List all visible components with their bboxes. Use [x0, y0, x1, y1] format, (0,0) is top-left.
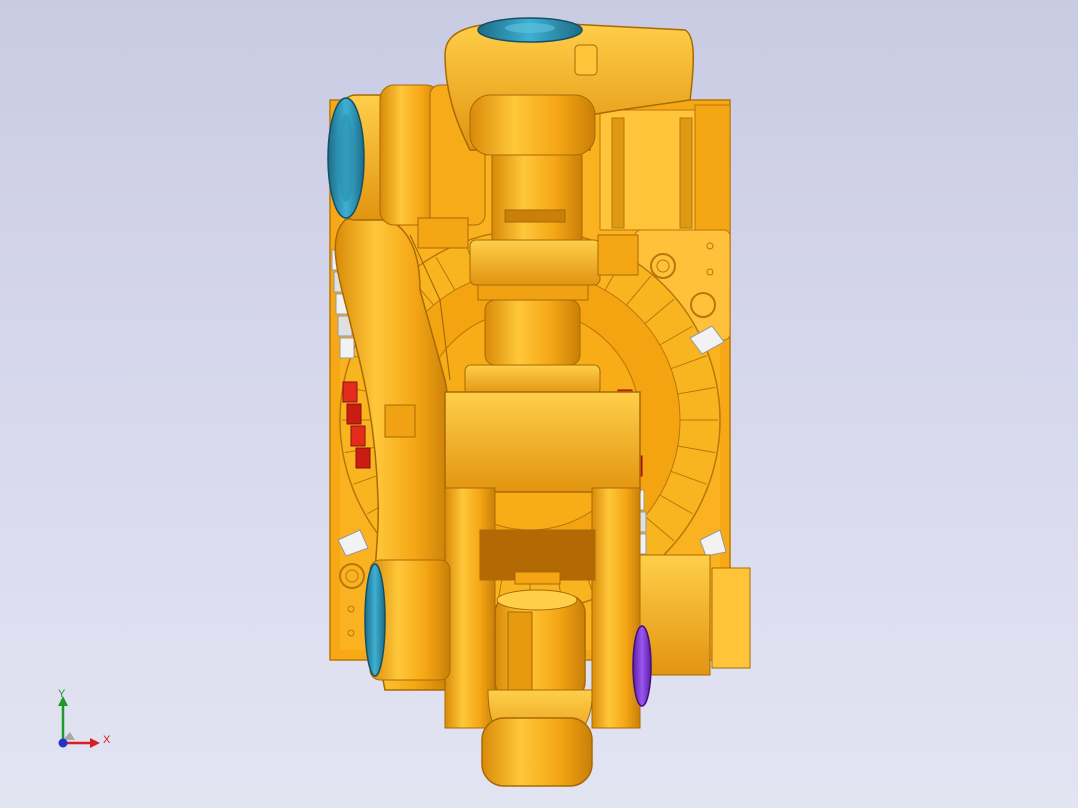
lower-cap-blue	[364, 563, 386, 677]
axis-y-label: Y	[58, 688, 66, 700]
robot-arm-model[interactable]	[0, 0, 1078, 808]
right-joint-cap	[632, 625, 652, 707]
cap-purple	[632, 625, 652, 707]
left-lower-joint	[364, 559, 451, 681]
wrist-flange	[481, 589, 593, 787]
connector-box	[639, 554, 751, 676]
z-axis-dot-icon	[58, 738, 68, 748]
axis-x-label: X	[103, 734, 111, 746]
cad-viewport[interactable]: X Y	[0, 0, 1078, 808]
triad-plane-icon	[63, 732, 75, 740]
x-axis-arrow-icon	[90, 738, 100, 748]
